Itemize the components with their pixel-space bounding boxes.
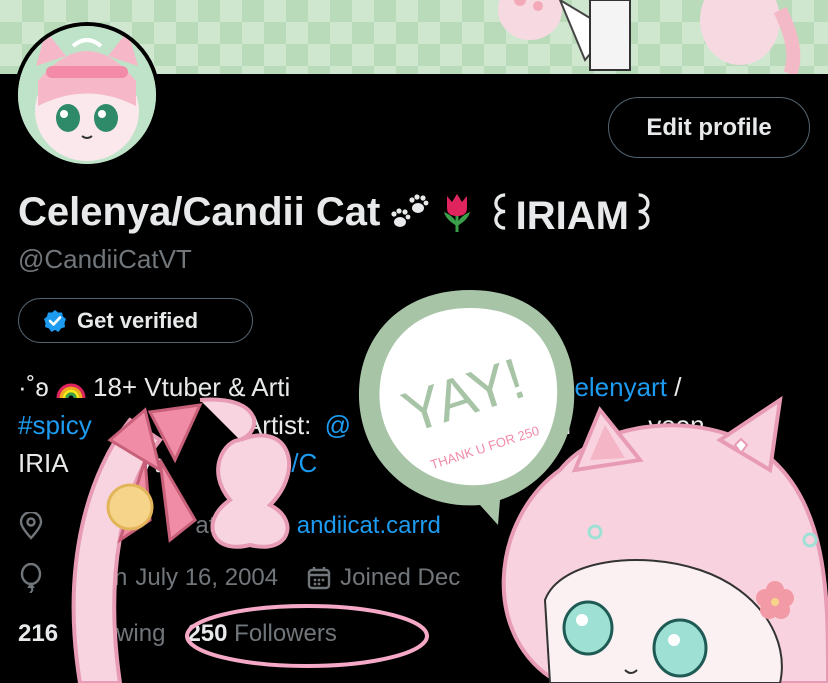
bio-text: Vt [136,448,161,478]
display-name-suffix: ꒰IRIAM꒱ [484,194,661,238]
calendar-icon [307,567,331,590]
following-link[interactable]: 216 owing [18,620,165,648]
bio-link[interactable]: n.co/C [242,448,317,478]
mention-link[interactable]: @ [325,410,351,440]
rainbow-icon [56,383,86,399]
follow-stats: 216 owing 250 Followers [18,620,337,648]
following-label: owing [102,620,166,647]
birthday-text: n [114,564,128,591]
followers-count: 250 [187,620,228,647]
bio-line-3: IRIA Vt n.co/C cat [18,444,429,482]
avatar-image [18,26,156,164]
followers-link[interactable]: 250 Followers [187,620,336,648]
banner-character-art [498,0,801,74]
location-website-row: Te ate andiicat.carrd [18,512,441,540]
hashtag-link[interactable]: #spicy [18,410,92,440]
hashtag-link[interactable]: #celenyart [547,372,667,402]
display-name-row: Celenya/Candii Cat ꒰IRIAM꒱ [18,186,660,239]
location-text: ate [195,512,229,539]
balloon-icon [20,563,42,593]
following-count: 216 [18,620,59,647]
username-handle: @CandiiCatVT [18,244,192,274]
get-verified-button[interactable]: Get verified [18,298,253,343]
avatar[interactable] [14,22,160,168]
birthday-date: July 16, 2004 [135,564,279,591]
bio-text: veon [648,410,705,440]
edit-profile-button[interactable]: Edit profile [608,97,810,158]
bio-text: ·˚ʚ [18,372,49,402]
location-text: Te [86,512,112,539]
bio-text: Artist: [244,410,312,440]
bio-text: tch [536,410,571,440]
bio-text: IRIA [18,448,68,478]
location-pin-icon [19,512,43,540]
bio-text: 18+ Vtuber & Arti [92,372,291,402]
birthday-joined-row: n July 16, 2004 Joined Dec [18,563,460,593]
get-verified-label: Get verified [77,307,199,333]
website-link[interactable]: andiicat.carrd [297,512,441,540]
bio-text: / [674,372,682,402]
tulip-icon [444,193,471,232]
joined-text: Joined Dec [340,564,461,591]
bio-text: s: [519,372,540,402]
display-name: Celenya/Candii Cat [18,190,381,234]
followers-label: Followers [234,620,337,647]
bio-line-1: ·˚ʚ 18+ Vtuber & Arti s: #celenyart / [18,368,681,406]
paw-prints-icon [391,193,429,227]
verified-badge-icon [44,309,66,332]
bio-line-2: #spicy Artist: @ tch veon [18,406,705,444]
bio-link[interactable]: cat [395,448,430,478]
